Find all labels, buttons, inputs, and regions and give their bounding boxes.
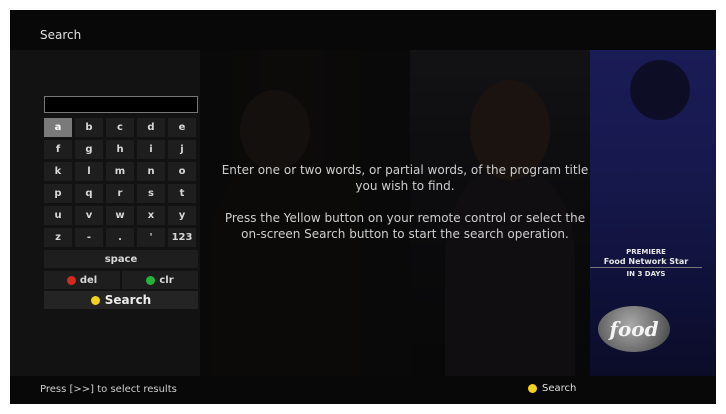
key-h[interactable]: h — [106, 140, 134, 159]
key-v[interactable]: v — [75, 206, 103, 225]
footer-hint: Press [>>] to select results — [40, 384, 177, 395]
key-g[interactable]: g — [75, 140, 103, 159]
key-a[interactable]: a — [44, 118, 72, 137]
key-o[interactable]: o — [168, 162, 196, 181]
green-circle-icon — [146, 275, 156, 285]
key-d[interactable]: d — [137, 118, 165, 137]
search-input[interactable] — [44, 96, 198, 113]
key-c[interactable]: c — [106, 118, 134, 137]
header-bar: Search — [10, 10, 716, 50]
key-q[interactable]: q — [75, 184, 103, 203]
delete-key[interactable]: del — [44, 271, 120, 289]
clear-key[interactable]: clr — [122, 271, 198, 289]
key-numbers[interactable]: 123 — [168, 228, 196, 247]
onscreen-keyboard: a b c d e f g h i j k l m n o p q r s t … — [44, 118, 198, 247]
key-j[interactable]: j — [168, 140, 196, 159]
key-p[interactable]: p — [44, 184, 72, 203]
key-y[interactable]: y — [168, 206, 196, 225]
yellow-circle-icon — [528, 384, 537, 393]
promo-show: Food Network Star — [590, 257, 702, 268]
promo-when: IN 3 DAYS — [626, 270, 666, 278]
space-key[interactable]: space — [44, 250, 198, 268]
instruction-line-1: Enter one or two words, or partial words… — [221, 163, 589, 193]
footer-bar: Press [>>] to select results Search — [10, 376, 716, 404]
promo-tag: PREMIERE — [626, 248, 666, 256]
key-k[interactable]: k — [44, 162, 72, 181]
key-b[interactable]: b — [75, 118, 103, 137]
instruction-line-2: Press the Yellow button on your remote c… — [224, 211, 586, 241]
key-apostrophe[interactable]: ' — [137, 228, 165, 247]
key-t[interactable]: t — [168, 184, 196, 203]
key-e[interactable]: e — [168, 118, 196, 137]
key-z[interactable]: z — [44, 228, 72, 247]
yellow-circle-icon — [90, 295, 100, 305]
delete-key-label: del — [79, 274, 98, 286]
key-hyphen[interactable]: - — [75, 228, 103, 247]
key-u[interactable]: u — [44, 206, 72, 225]
key-l[interactable]: l — [75, 162, 103, 181]
promo-card: PREMIERE Food Network Star IN 3 DAYS — [590, 248, 702, 279]
key-r[interactable]: r — [106, 184, 134, 203]
key-i[interactable]: i — [137, 140, 165, 159]
footer-search-hint: Search — [528, 383, 576, 394]
food-network-logo: food — [598, 306, 670, 352]
key-n[interactable]: n — [137, 162, 165, 181]
key-f[interactable]: f — [44, 140, 72, 159]
key-m[interactable]: m — [106, 162, 134, 181]
search-button-label: Search — [104, 293, 152, 307]
clear-key-label: clr — [159, 274, 174, 286]
red-circle-icon — [66, 275, 76, 285]
tv-screen: Search a b c d e f g h i j k l m n o p q… — [10, 10, 716, 404]
key-s[interactable]: s — [137, 184, 165, 203]
key-w[interactable]: w — [106, 206, 134, 225]
footer-search-label: Search — [542, 383, 577, 394]
key-period[interactable]: . — [106, 228, 134, 247]
key-x[interactable]: x — [137, 206, 165, 225]
search-button[interactable]: Search — [44, 291, 198, 309]
instructions: Enter one or two words, or partial words… — [220, 162, 590, 258]
page-title: Search — [40, 28, 82, 42]
